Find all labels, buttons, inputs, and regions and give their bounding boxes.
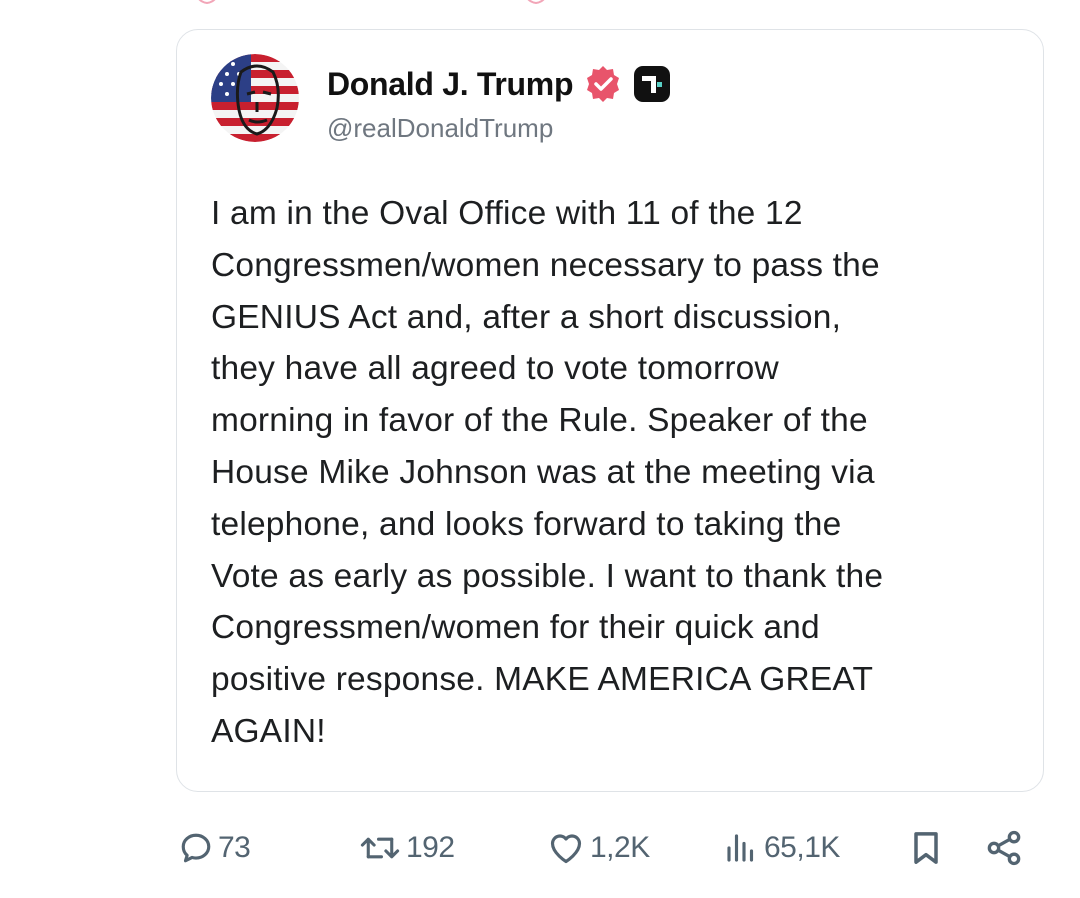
author-handle: @realDonaldTrump [327, 113, 554, 143]
author-display-name: Donald J. Trump [327, 65, 574, 102]
post-text: I am in the Oval Office with 11 of the 1… [211, 195, 884, 750]
heart-icon-remnant [198, 0, 216, 4]
author-name-row: Donald J. Trump [327, 64, 671, 104]
quoted-post-image[interactable]: Donald J. Trump @realDonaldTrump I am in… [176, 29, 1044, 792]
bookmark-button[interactable] [906, 820, 946, 876]
views-button[interactable]: 65,1K [722, 820, 840, 876]
bookmark-icon [914, 832, 938, 864]
like-count: 1,2K [590, 831, 650, 864]
avatar [211, 54, 299, 142]
share-icon [987, 830, 1021, 866]
reply-button[interactable]: 73 [178, 820, 251, 876]
like-button[interactable]: 1,2K [546, 820, 650, 876]
share-button[interactable] [984, 820, 1024, 876]
repost-icon [360, 837, 400, 859]
repost-button[interactable]: 192 [358, 820, 455, 876]
heart-icon-remnant-2 [527, 0, 545, 4]
views-chart-icon [727, 834, 754, 862]
flag-portrait-avatar-icon [211, 54, 299, 142]
reply-count: 73 [218, 831, 251, 864]
views-count: 65,1K [764, 831, 840, 864]
action-bar: 73 192 1,2K 65,1K [0, 820, 1080, 876]
repost-count: 192 [406, 831, 455, 864]
reply-icon [181, 833, 211, 863]
heart-icon [550, 834, 582, 864]
truth-social-icon [634, 66, 671, 102]
verified-badge-icon [587, 66, 620, 102]
previous-post-remnant [0, 0, 1080, 8]
